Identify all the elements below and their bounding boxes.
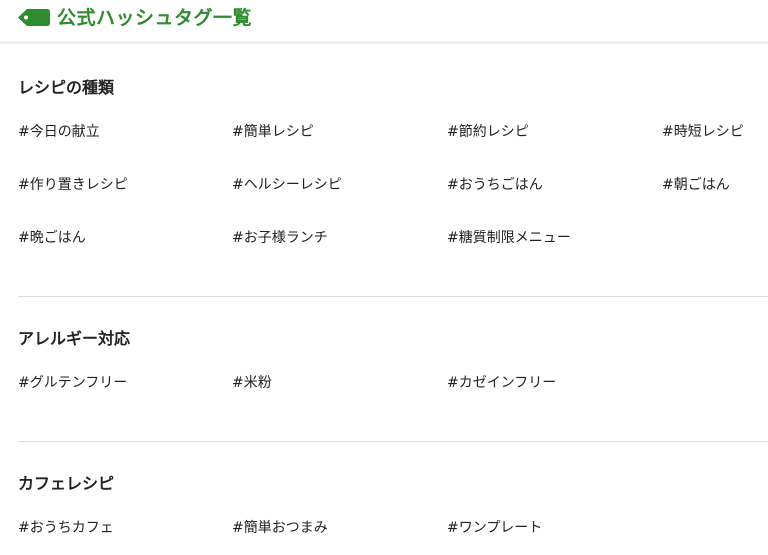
hashtag-link[interactable]: #お子様ランチ (232, 228, 328, 248)
section-title: アレルギー対応 (18, 329, 131, 348)
section-divider (18, 441, 768, 442)
tag-icon (18, 9, 50, 26)
hashtag-link[interactable]: #グルテンフリー (18, 373, 127, 393)
hashtag-link[interactable]: #作り置きレシピ (18, 175, 128, 195)
hashtag-link[interactable]: #おうちカフェ (18, 518, 114, 538)
hashtag-link[interactable]: #糖質制限メニュー (447, 228, 571, 248)
section-divider (18, 296, 768, 297)
hashtag-link[interactable]: #節約レシピ (447, 122, 529, 142)
hashtag-link[interactable]: #ワンプレート (447, 518, 542, 538)
page-title: 公式ハッシュタグ一覧 (57, 7, 253, 29)
page-header: 公式ハッシュタグ一覧 (0, 0, 768, 44)
hashtag-link[interactable]: #今日の献立 (18, 122, 100, 142)
hashtag-link[interactable]: #時短レシピ (662, 122, 744, 142)
hashtag-link[interactable]: #カゼインフリー (447, 373, 556, 393)
section-title: レシピの種類 (18, 78, 115, 97)
hashtag-link[interactable]: #簡単おつまみ (232, 518, 328, 538)
hashtag-link[interactable]: #米粉 (232, 373, 272, 393)
hashtag-link[interactable]: #おうちごはん (447, 175, 543, 195)
section-title: カフェレシピ (18, 474, 115, 493)
hashtag-link[interactable]: #朝ごはん (662, 175, 730, 195)
hashtag-link[interactable]: #晩ごはん (18, 228, 86, 248)
hashtag-link[interactable]: #ヘルシーレシピ (232, 175, 342, 195)
hashtag-link[interactable]: #簡単レシピ (232, 122, 314, 142)
